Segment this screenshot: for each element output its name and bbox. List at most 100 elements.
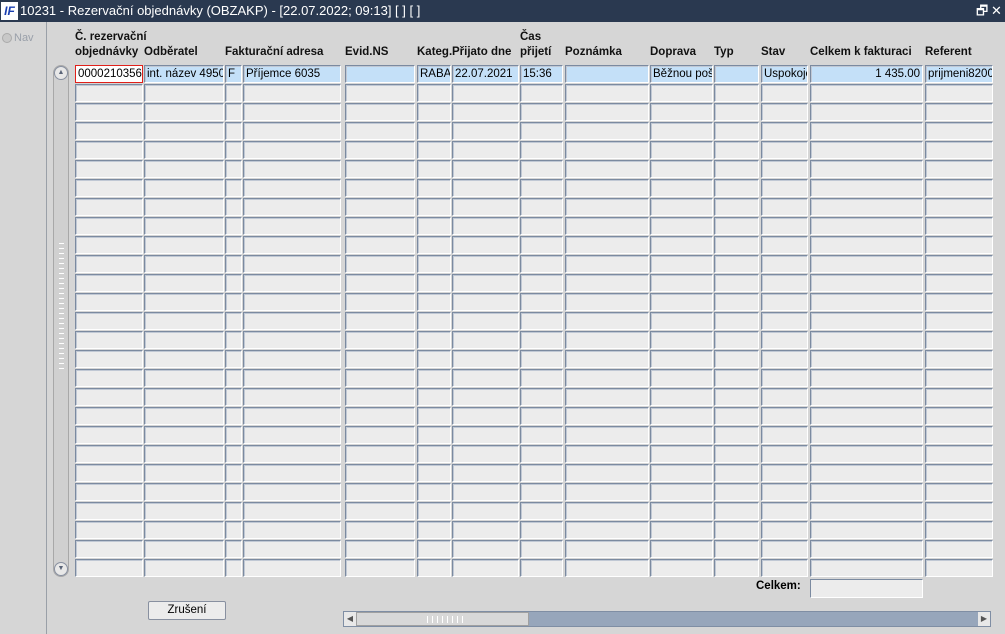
table-cell[interactable]	[650, 293, 713, 311]
table-cell[interactable]	[714, 464, 759, 482]
table-cell[interactable]	[243, 255, 341, 273]
table-cell[interactable]	[810, 388, 923, 406]
table-cell[interactable]	[417, 236, 451, 254]
close-icon[interactable]: ✕	[991, 0, 1002, 22]
table-cell[interactable]	[452, 274, 519, 292]
table-cell[interactable]	[225, 198, 242, 216]
table-cell[interactable]	[565, 350, 649, 368]
table-cell[interactable]	[345, 350, 415, 368]
table-cell[interactable]	[144, 388, 224, 406]
table-cell[interactable]	[714, 407, 759, 425]
table-cell[interactable]	[225, 331, 242, 349]
table-cell[interactable]	[452, 236, 519, 254]
table-cell[interactable]	[243, 141, 341, 159]
table-cell[interactable]	[714, 483, 759, 501]
table-cell[interactable]: 22.07.2021	[452, 65, 519, 83]
table-cell[interactable]	[810, 521, 923, 539]
table-cell[interactable]	[345, 274, 415, 292]
table-cell[interactable]	[144, 445, 224, 463]
table-cell[interactable]	[345, 388, 415, 406]
table-cell[interactable]	[75, 160, 143, 178]
table-cell[interactable]	[243, 502, 341, 520]
table-cell[interactable]	[144, 293, 224, 311]
table-cell[interactable]	[243, 198, 341, 216]
scroll-thumb[interactable]	[356, 612, 529, 626]
table-cell[interactable]	[452, 293, 519, 311]
table-cell[interactable]	[714, 84, 759, 102]
table-cell[interactable]	[565, 274, 649, 292]
table-cell[interactable]	[810, 236, 923, 254]
table-cell[interactable]	[714, 540, 759, 558]
table-cell[interactable]	[520, 293, 563, 311]
table-cell[interactable]	[75, 464, 143, 482]
table-cell[interactable]	[144, 540, 224, 558]
table-cell[interactable]	[452, 331, 519, 349]
table-cell[interactable]	[243, 122, 341, 140]
table-cell[interactable]	[75, 559, 143, 577]
table-cell[interactable]	[225, 350, 242, 368]
table-cell[interactable]	[810, 160, 923, 178]
table-cell[interactable]	[714, 331, 759, 349]
table-cell[interactable]	[650, 464, 713, 482]
table-cell[interactable]	[345, 217, 415, 235]
table-cell[interactable]	[452, 464, 519, 482]
table-cell[interactable]: prijmeni8200 j	[925, 65, 993, 83]
table-cell[interactable]	[714, 445, 759, 463]
table-cell[interactable]	[565, 540, 649, 558]
table-cell[interactable]	[243, 445, 341, 463]
table-cell[interactable]	[650, 331, 713, 349]
table-cell[interactable]	[225, 559, 242, 577]
table-cell[interactable]	[452, 141, 519, 159]
table-cell[interactable]	[925, 540, 993, 558]
table-cell[interactable]	[243, 464, 341, 482]
table-cell[interactable]	[761, 521, 808, 539]
table-cell[interactable]	[565, 255, 649, 273]
table-cell[interactable]	[75, 350, 143, 368]
table-cell[interactable]	[714, 521, 759, 539]
table-cell[interactable]	[452, 179, 519, 197]
table-cell[interactable]	[520, 464, 563, 482]
table-cell[interactable]	[452, 407, 519, 425]
table-cell[interactable]	[452, 103, 519, 121]
table-cell[interactable]	[225, 502, 242, 520]
table-cell[interactable]	[243, 84, 341, 102]
table-cell[interactable]	[650, 521, 713, 539]
table-cell[interactable]	[225, 103, 242, 121]
table-cell[interactable]	[75, 293, 143, 311]
table-cell[interactable]	[520, 312, 563, 330]
table-cell[interactable]	[761, 350, 808, 368]
table-cell[interactable]	[75, 407, 143, 425]
table-cell[interactable]: Příjemce 6035	[243, 65, 341, 83]
table-cell[interactable]	[565, 369, 649, 387]
table-cell[interactable]	[243, 103, 341, 121]
table-cell[interactable]	[810, 217, 923, 235]
table-cell[interactable]	[243, 312, 341, 330]
table-cell[interactable]	[520, 198, 563, 216]
table-cell[interactable]	[144, 312, 224, 330]
table-cell[interactable]	[345, 312, 415, 330]
table-cell[interactable]	[565, 179, 649, 197]
table-cell[interactable]	[417, 255, 451, 273]
table-cell[interactable]	[925, 312, 993, 330]
table-cell[interactable]	[925, 483, 993, 501]
table-cell[interactable]	[345, 103, 415, 121]
table-cell[interactable]	[761, 559, 808, 577]
scroll-grip[interactable]	[59, 241, 64, 371]
table-cell[interactable]	[650, 312, 713, 330]
table-cell[interactable]	[714, 293, 759, 311]
table-cell[interactable]	[520, 160, 563, 178]
table-cell[interactable]	[650, 388, 713, 406]
table-cell[interactable]	[225, 388, 242, 406]
table-cell[interactable]	[565, 464, 649, 482]
table-cell[interactable]	[452, 502, 519, 520]
table-cell[interactable]	[520, 179, 563, 197]
table-cell[interactable]	[565, 236, 649, 254]
table-cell[interactable]	[925, 350, 993, 368]
table-cell[interactable]	[225, 445, 242, 463]
table-cell[interactable]	[714, 350, 759, 368]
table-cell[interactable]	[75, 141, 143, 159]
table-cell[interactable]	[810, 255, 923, 273]
table-cell[interactable]	[452, 483, 519, 501]
table-cell[interactable]	[714, 559, 759, 577]
table-cell[interactable]	[225, 179, 242, 197]
